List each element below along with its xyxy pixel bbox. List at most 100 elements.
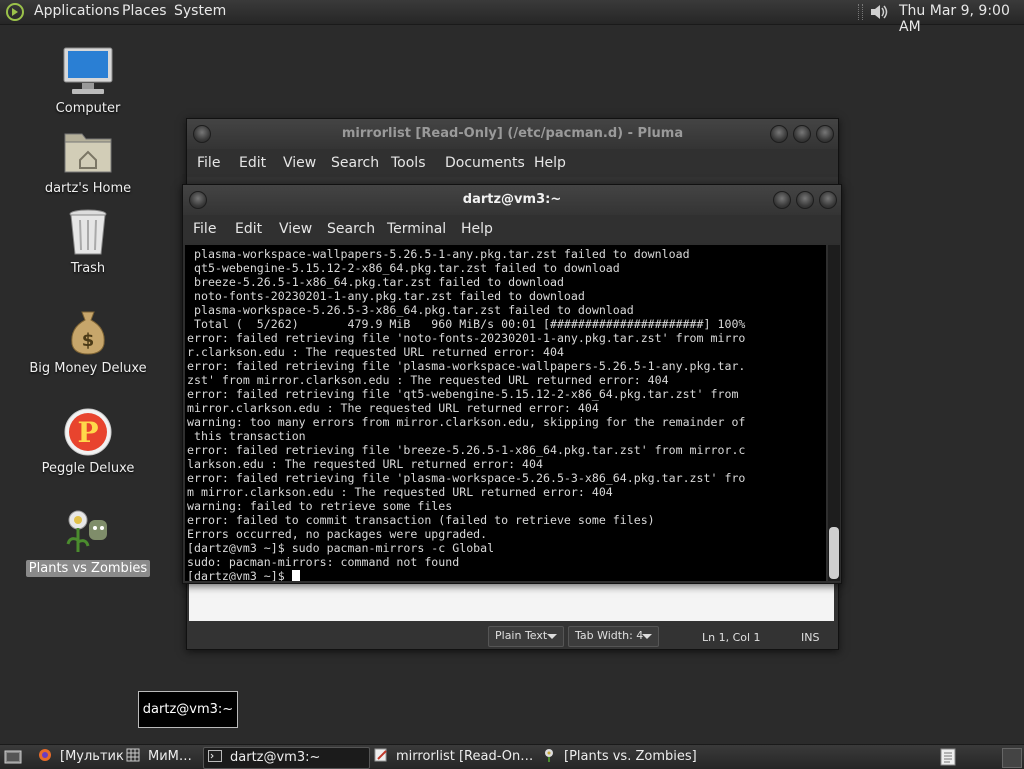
menu-tools[interactable]: Tools <box>391 155 426 171</box>
terminal-line: r.clarkson.edu : The requested URL retur… <box>187 345 564 359</box>
terminal-window[interactable]: dartz@vm3:~ File Edit View Search Termin… <box>182 184 842 584</box>
tab-width-dropdown[interactable]: Tab Width: 4 <box>568 626 659 647</box>
close-button[interactable] <box>819 191 837 209</box>
terminal-prompt: [dartz@vm3 ~]$ <box>187 569 292 581</box>
taskbar-item-terminal[interactable]: dartz@vm3:~ <box>203 747 370 769</box>
menu-file[interactable]: File <box>193 221 216 237</box>
svg-text:P: P <box>77 416 98 449</box>
menu-terminal[interactable]: Terminal <box>387 221 446 237</box>
panel-separator <box>858 4 863 20</box>
terminal-line: plasma-workspace-wallpapers-5.26.5-1-any… <box>187 247 690 261</box>
top-panel: Applications Places System Thu Mar 9, 9:… <box>0 0 1024 35</box>
menu-edit[interactable]: Edit <box>239 155 266 171</box>
window-menu-button[interactable] <box>189 191 207 209</box>
menu-applications[interactable]: Applications <box>34 3 120 19</box>
clock[interactable]: Thu Mar 9, 9:00 AM <box>899 3 1024 35</box>
volume-icon[interactable] <box>868 2 890 22</box>
text-editor-area[interactable] <box>189 583 834 621</box>
terminal-output[interactable]: plasma-workspace-wallpapers-5.26.5-1-any… <box>185 245 826 581</box>
menu-edit[interactable]: Edit <box>235 221 262 237</box>
desktop-icon-trash[interactable]: Trash <box>18 206 158 277</box>
taskbar-item-plants-zombies[interactable]: [Plants vs. Zombies] <box>542 747 702 767</box>
workspace-switcher[interactable] <box>1002 748 1022 768</box>
window-title: mirrorlist [Read-Only] (/etc/pacman.d) -… <box>341 126 684 141</box>
syntax-dropdown[interactable]: Plain Text <box>488 626 564 647</box>
trash-icon <box>69 209 107 255</box>
pluma-menubar: File Edit View Search Tools Documents He… <box>187 149 838 177</box>
menu-documents[interactable]: Documents <box>445 155 525 171</box>
maximize-button[interactable] <box>793 125 811 143</box>
tab-width-value: Tab Width: 4 <box>575 629 644 642</box>
window-title: dartz@vm3:~ <box>462 192 562 207</box>
terminal-line: breeze-5.26.5-1-x86_64.pkg.tar.zst faile… <box>187 275 564 289</box>
text-cursor <box>291 570 300 581</box>
taskbar-item-pluma[interactable]: mirrorlist [Read-On… <box>374 747 536 767</box>
terminal-line: error: failed retrieving file 'plasma-wo… <box>187 471 746 485</box>
menu-file[interactable]: File <box>197 155 220 171</box>
taskbar-tooltip: dartz@vm3:~ <box>138 691 238 728</box>
terminal-line: error: failed retrieving file 'noto-font… <box>187 331 746 345</box>
terminal-menubar: File Edit View Search Terminal Help <box>183 215 841 243</box>
close-button[interactable] <box>816 125 834 143</box>
menu-search[interactable]: Search <box>327 221 375 237</box>
terminal-line: plasma-workspace-5.26.5-3-x86_64.pkg.tar… <box>187 303 634 317</box>
menu-search[interactable]: Search <box>331 155 379 171</box>
syntax-value: Plain Text <box>495 629 548 642</box>
minimize-button[interactable] <box>773 191 791 209</box>
terminal-line: larkson.edu : The requested URL returned… <box>187 457 543 471</box>
menu-view[interactable]: View <box>279 221 312 237</box>
desktop-icon-label: dartz's Home <box>44 181 132 196</box>
terminal-scrollbar[interactable] <box>828 245 840 581</box>
plants-zombies-icon <box>545 749 553 762</box>
taskbar-item-browser[interactable]: [Мультик <box>38 747 130 767</box>
terminal-line: m mirror.clarkson.edu : The requested UR… <box>187 485 613 499</box>
terminal-line: this transaction <box>187 429 306 443</box>
terminal-line: noto-fonts-20230201-1-any.pkg.tar.zst fa… <box>187 289 585 303</box>
menu-help[interactable]: Help <box>461 221 493 237</box>
terminal-titlebar[interactable]: dartz@vm3:~ <box>183 185 841 215</box>
svg-text:$: $ <box>82 330 95 351</box>
terminal-line: zst' from mirror.clarkson.edu : The requ… <box>187 373 669 387</box>
minimize-button[interactable] <box>770 125 788 143</box>
taskbar-label: [Plants vs. Zombies] <box>564 749 697 764</box>
desktop-icon-big-money[interactable]: $ Big Money Deluxe <box>18 306 158 377</box>
maximize-button[interactable] <box>796 191 814 209</box>
browser-icon <box>39 749 51 761</box>
pluma-statusbar: Plain Text Tab Width: 4 Ln 1, Col 1 INS <box>187 621 838 649</box>
desktop-icon-plants-zombies[interactable]: Plants vs Zombies <box>18 506 158 577</box>
terminal-icon <box>208 750 222 762</box>
terminal-line: error: failed retrieving file 'plasma-wo… <box>187 359 746 373</box>
peggle-icon: P <box>64 408 112 456</box>
taskbar-label: МиМ… <box>148 749 192 764</box>
menu-system[interactable]: System <box>174 3 226 19</box>
window-menu-button[interactable] <box>193 125 211 143</box>
terminal-line: Total ( 5/262) 479.9 MiB 960 MiB/s 00:01… <box>187 317 746 331</box>
pluma-titlebar[interactable]: mirrorlist [Read-Only] (/etc/pacman.d) -… <box>187 119 838 149</box>
cursor-position: Ln 1, Col 1 <box>702 631 761 644</box>
show-desktop-icon[interactable] <box>4 749 22 765</box>
desktop-icon-home[interactable]: dartz's Home <box>18 126 158 197</box>
desktop-icon-label: Plants vs Zombies <box>25 560 151 577</box>
taskbar-item-app[interactable]: МиМ… <box>126 747 200 767</box>
terminal-line: qt5-webengine-5.15.12-2-x86_64.pkg.tar.z… <box>187 261 620 275</box>
terminal-line: [dartz@vm3 ~]$ sudo pacman-mirrors -c Gl… <box>187 541 495 555</box>
desktop-icon-label: Peggle Deluxe <box>41 461 135 476</box>
desktop-icon-computer[interactable]: Computer <box>18 46 158 117</box>
home-folder-icon <box>64 133 112 173</box>
mate-logo-icon[interactable] <box>6 3 24 21</box>
menu-help[interactable]: Help <box>534 155 566 171</box>
desktop-icon-label: Big Money Deluxe <box>29 361 147 376</box>
computer-icon <box>63 47 113 94</box>
terminal-line: sudo: pacman-mirrors: command not found <box>187 555 460 569</box>
scrollbar-thumb[interactable] <box>829 527 839 579</box>
terminal-line: warning: too many errors from mirror.cla… <box>187 415 746 429</box>
terminal-line: error: failed to commit transaction (fai… <box>187 513 655 527</box>
notes-icon[interactable] <box>940 748 956 766</box>
menu-view[interactable]: View <box>283 155 316 171</box>
desktop-icon-peggle[interactable]: P Peggle Deluxe <box>18 406 158 477</box>
text-editor-icon <box>374 748 387 762</box>
terminal-line: warning: failed to retrieve some files <box>187 499 453 513</box>
insert-mode: INS <box>801 631 820 644</box>
menu-places[interactable]: Places <box>122 3 167 19</box>
money-bag-icon: $ <box>71 311 105 355</box>
